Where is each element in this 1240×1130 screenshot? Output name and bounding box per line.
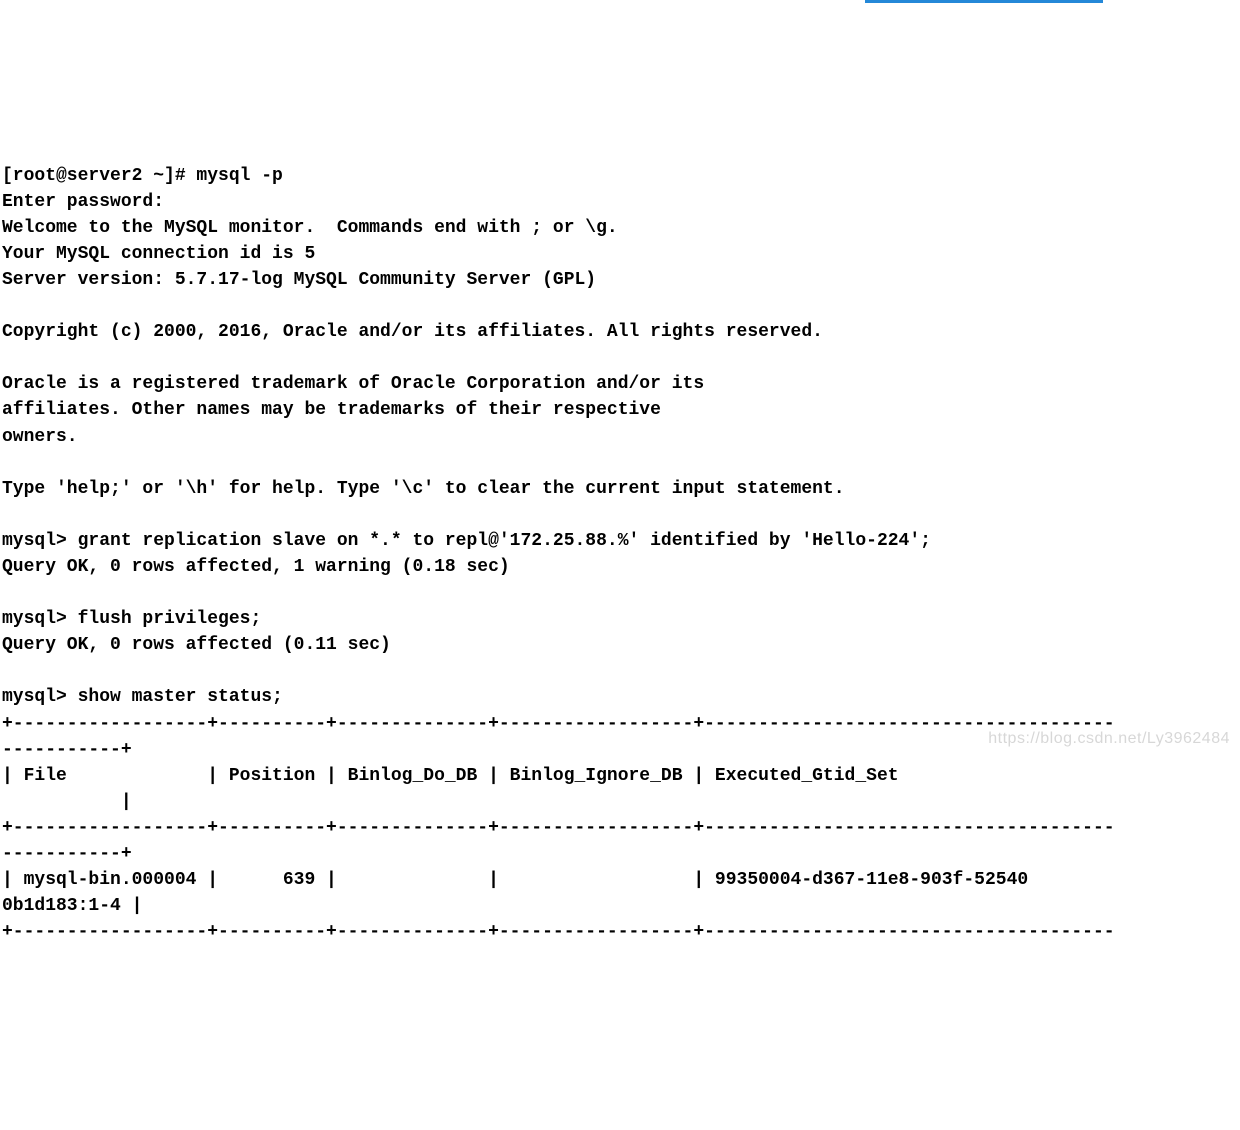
welcome-line-3: Server version: 5.7.17-log MySQL Communi… <box>2 270 596 290</box>
password-prompt: Enter password: <box>2 192 164 212</box>
shell-prompt-line: [root@server2 ~]# mysql -p <box>2 166 283 186</box>
table-border-top-2: -----------+ <box>2 740 132 760</box>
table-header-2: | <box>2 792 132 812</box>
welcome-line-2: Your MySQL connection id is 5 <box>2 244 315 264</box>
mysql-result-flush: Query OK, 0 rows affected (0.11 sec) <box>2 635 391 655</box>
top-accent-bar <box>865 0 1103 3</box>
trademark-line-3: owners. <box>2 427 78 447</box>
table-border-top-1: +------------------+----------+---------… <box>2 714 1115 734</box>
table-row-1: | mysql-bin.000004 | 639 | | | 99350004-… <box>2 870 1028 890</box>
copyright-line: Copyright (c) 2000, 2016, Oracle and/or … <box>2 322 823 342</box>
help-line: Type 'help;' or '\h' for help. Type '\c'… <box>2 479 845 499</box>
table-border-mid-2: -----------+ <box>2 844 132 864</box>
terminal-output[interactable]: [root@server2 ~]# mysql -p Enter passwor… <box>0 157 1240 948</box>
table-row-2: 0b1d183:1-4 | <box>2 896 142 916</box>
mysql-command-grant: mysql> grant replication slave on *.* to… <box>2 531 931 551</box>
trademark-line-1: Oracle is a registered trademark of Orac… <box>2 374 704 394</box>
welcome-line-1: Welcome to the MySQL monitor. Commands e… <box>2 218 618 238</box>
table-border-bot-1: +------------------+----------+---------… <box>2 922 1115 942</box>
table-border-mid-1: +------------------+----------+---------… <box>2 818 1115 838</box>
watermark-text: https://blog.csdn.net/Ly3962484 <box>988 727 1230 750</box>
mysql-result-grant: Query OK, 0 rows affected, 1 warning (0.… <box>2 557 510 577</box>
mysql-command-show-master: mysql> show master status; <box>2 687 283 707</box>
table-header-1: | File | Position | Binlog_Do_DB | Binlo… <box>2 766 1115 786</box>
mysql-command-flush: mysql> flush privileges; <box>2 609 261 629</box>
trademark-line-2: affiliates. Other names may be trademark… <box>2 400 661 420</box>
